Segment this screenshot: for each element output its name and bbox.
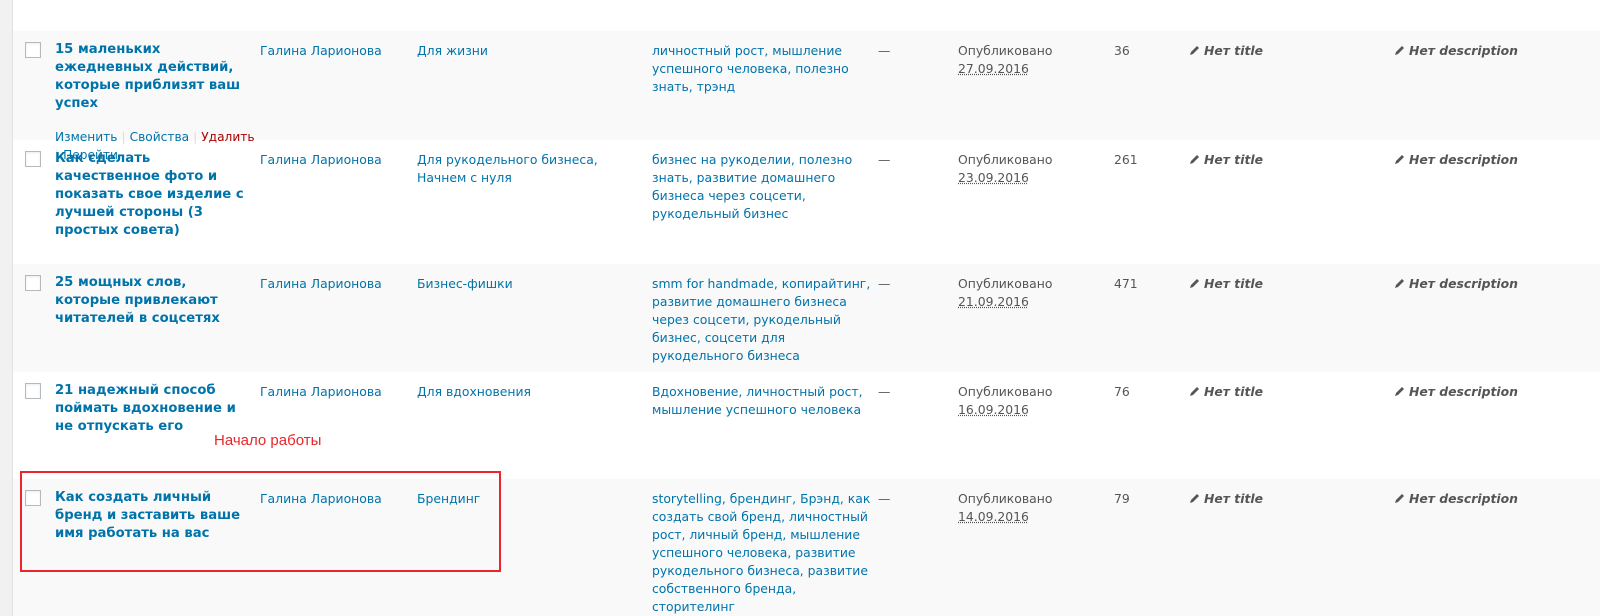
post-date: Опубликовано 21.09.2016 — [958, 275, 1088, 311]
pencil-icon — [1190, 46, 1199, 55]
table-row: 21 надежный способ поймать вдохновение и… — [13, 372, 1600, 479]
pencil-icon — [1190, 494, 1199, 503]
post-title-link[interactable]: 15 маленьких ежедневных действий, которы… — [55, 41, 245, 113]
seo-description-status: Нет description — [1394, 490, 1594, 508]
seo-title-status: Нет title — [1189, 151, 1369, 169]
post-author-link[interactable]: Галина Ларионова — [260, 151, 400, 169]
pencil-icon — [1395, 279, 1404, 288]
annotation-highlight-box — [20, 471, 501, 572]
table-row: 25 мощных слов, которые привлекают читат… — [13, 264, 1600, 372]
post-categories[interactable]: Бизнес-фишки — [417, 275, 637, 293]
date-value: 23.09.2016 — [958, 170, 1029, 185]
post-title-link[interactable]: 25 мощных слов, которые привлекают читат… — [55, 274, 245, 328]
post-comments: — — [878, 43, 891, 58]
seo-description-status: Нет description — [1394, 42, 1594, 60]
post-date: Опубликовано 16.09.2016 — [958, 383, 1088, 419]
pencil-icon — [1395, 46, 1404, 55]
status-text: Опубликовано — [958, 276, 1053, 291]
date-value: 16.09.2016 — [958, 402, 1029, 417]
status-text: Опубликовано — [958, 152, 1053, 167]
post-date: Опубликовано 27.09.2016 — [958, 42, 1088, 78]
post-comments: — — [878, 276, 891, 291]
date-value: 21.09.2016 — [958, 294, 1029, 309]
pencil-icon — [1395, 494, 1404, 503]
post-tags[interactable]: личностный рост, мышление успешного чело… — [652, 42, 877, 96]
post-views: 261 — [1114, 152, 1138, 167]
status-text: Опубликовано — [958, 43, 1053, 58]
post-comments: — — [878, 384, 891, 399]
status-text: Опубликовано — [958, 384, 1053, 399]
annotation-label: Начало работы — [214, 432, 322, 449]
post-tags[interactable]: бизнес на рукоделии, полезно знать, разв… — [652, 151, 877, 223]
post-tags[interactable]: smm for handmade, копирайтинг, развитие … — [652, 275, 877, 365]
pencil-icon — [1395, 155, 1404, 164]
pencil-icon — [1190, 387, 1199, 396]
admin-sidebar-edge — [0, 0, 12, 616]
post-views: 79 — [1114, 491, 1130, 506]
post-title-link[interactable]: 21 надежный способ поймать вдохновение и… — [55, 382, 245, 436]
status-text: Опубликовано — [958, 491, 1053, 506]
post-views: 76 — [1114, 384, 1130, 399]
pencil-icon — [1190, 155, 1199, 164]
seo-title-status: Нет title — [1189, 490, 1369, 508]
post-views: 36 — [1114, 43, 1130, 58]
table-row: 15 маленьких ежедневных действий, которы… — [13, 31, 1600, 162]
seo-description-status: Нет description — [1394, 275, 1594, 293]
date-value: 14.09.2016 — [958, 509, 1029, 524]
post-categories[interactable]: Для вдохновения — [417, 383, 637, 401]
row-checkbox[interactable] — [25, 275, 41, 291]
post-comments: — — [878, 491, 891, 506]
pencil-icon — [1395, 387, 1404, 396]
post-author-link[interactable]: Галина Ларионова — [260, 383, 400, 401]
seo-title-status: Нет title — [1189, 275, 1369, 293]
seo-title-status: Нет title — [1189, 383, 1369, 401]
row-checkbox[interactable] — [25, 151, 41, 167]
post-tags[interactable]: storytelling, брендинг, Брэнд, как созда… — [652, 490, 877, 616]
seo-description-status: Нет description — [1394, 151, 1594, 169]
row-checkbox[interactable] — [25, 42, 41, 58]
post-views: 471 — [1114, 276, 1138, 291]
table-row: Как сделать качественное фото и показать… — [13, 140, 1600, 264]
post-author-link[interactable]: Галина Ларионова — [260, 42, 400, 60]
post-categories[interactable]: Для жизни — [417, 42, 637, 60]
row-checkbox[interactable] — [25, 383, 41, 399]
post-categories[interactable]: Для рукодельного бизнеса, Начнем с нуля — [417, 151, 637, 187]
post-author-link[interactable]: Галина Ларионова — [260, 275, 400, 293]
post-comments: — — [878, 152, 891, 167]
post-date: Опубликовано 14.09.2016 — [958, 490, 1088, 526]
pencil-icon — [1190, 279, 1199, 288]
seo-description-status: Нет description — [1394, 383, 1594, 401]
post-tags[interactable]: Вдохновение, личностный рост, мышление у… — [652, 383, 877, 419]
date-value: 27.09.2016 — [958, 61, 1029, 76]
post-title-link[interactable]: Как сделать качественное фото и показать… — [55, 150, 245, 240]
seo-title-status: Нет title — [1189, 42, 1369, 60]
post-date: Опубликовано 23.09.2016 — [958, 151, 1088, 187]
